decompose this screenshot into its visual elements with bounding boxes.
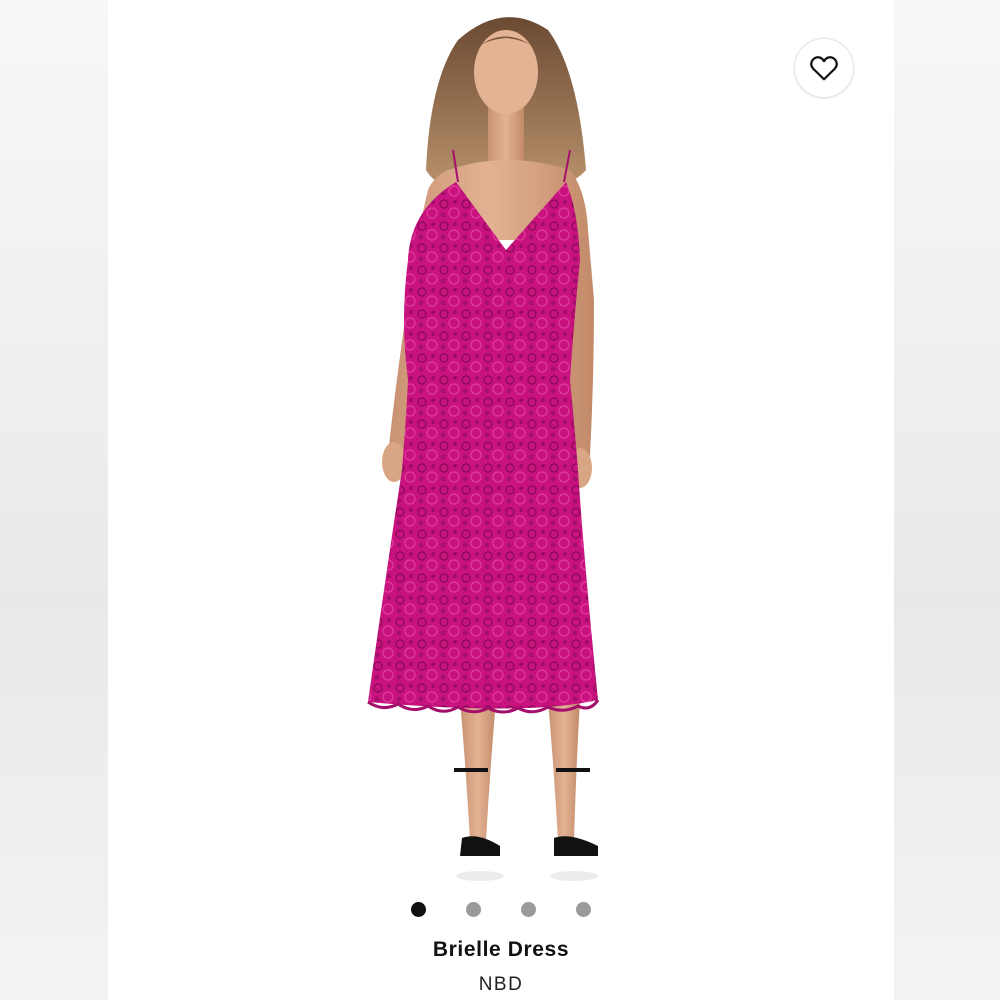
carousel-dot-4[interactable] — [576, 901, 591, 917]
brand-name[interactable]: NBD — [108, 974, 894, 996]
carousel-dot-2[interactable] — [466, 901, 481, 917]
carousel-dot-1[interactable] — [411, 901, 426, 917]
heart-outline-icon — [810, 56, 838, 81]
favorite-button[interactable] — [794, 38, 854, 98]
carousel-dot-3[interactable] — [521, 901, 536, 917]
right-blurred-margin — [894, 0, 1000, 1000]
product-title: Brielle Dress — [432, 938, 570, 961]
image-carousel-dots — [108, 900, 894, 918]
product-photo[interactable] — [108, 0, 894, 890]
product-card: Brielle Dress NBD — [108, 0, 894, 1000]
left-blurred-margin — [0, 0, 108, 1000]
